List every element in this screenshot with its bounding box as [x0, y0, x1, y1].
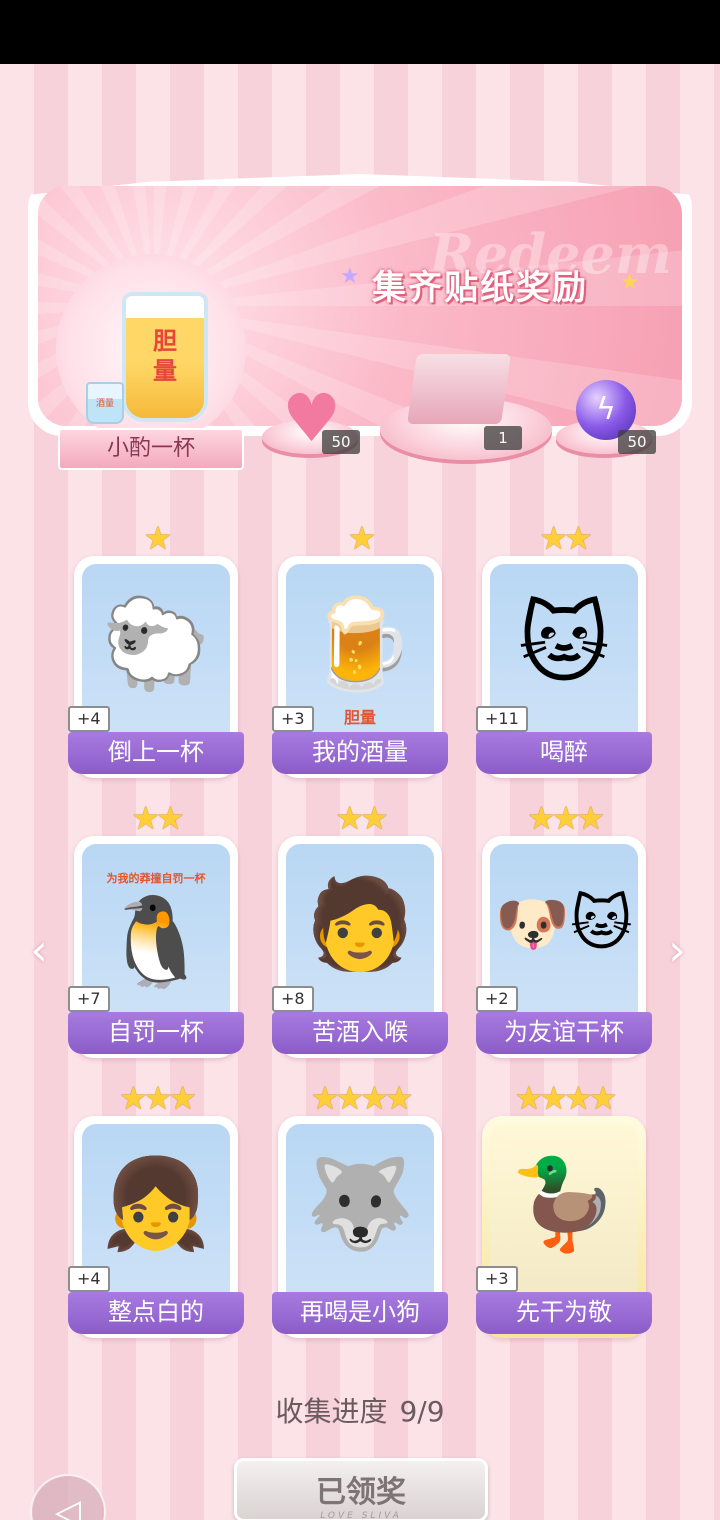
card-name: 我的酒量: [272, 732, 448, 774]
sticker-card[interactable]: ★★★ 🐶🐱 +2 为友谊干杯: [476, 802, 652, 1058]
star-icon: ★: [340, 264, 360, 289]
star-rating: ★★: [539, 519, 592, 557]
main-reward-label: 小酌一杯: [58, 428, 244, 470]
chevron-left-icon[interactable]: ‹: [24, 926, 54, 976]
small-cup-icon: 酒量: [86, 382, 124, 424]
star-rating: ★★: [131, 799, 184, 837]
reward-count: 1: [484, 426, 522, 450]
star-rating: ★★: [335, 799, 388, 837]
star-rating: ★★★: [118, 1079, 197, 1117]
count-badge: +2: [476, 986, 518, 1012]
sticker-card[interactable]: ★★★★ 🦆 +3 先干为敬: [476, 1082, 652, 1338]
progress-label: 收集进度: [275, 1395, 388, 1428]
star-rating: ★★★★: [310, 1079, 414, 1117]
count-badge: +4: [68, 1266, 110, 1292]
star-rating: ★★★★: [514, 1079, 618, 1117]
star-icon: ★: [620, 270, 640, 295]
sticker-card[interactable]: ★★★★ 🐺 再喝是小狗: [272, 1082, 448, 1338]
card-name: 整点白的: [68, 1292, 244, 1334]
sticker-card[interactable]: ★ 🐑 +4 倒上一杯: [68, 522, 244, 778]
collection-progress: 收集进度 9/9: [0, 1390, 720, 1430]
reward-count: 50: [618, 430, 656, 454]
sticker-card[interactable]: ★★★ 👧 +4 整点白的: [68, 1082, 244, 1338]
cup-text: 酒量: [95, 399, 114, 409]
card-name: 先干为敬: [476, 1292, 652, 1334]
progress-value: 9/9: [399, 1395, 445, 1428]
star-rating: ★★★: [526, 799, 605, 837]
card-name: 自罚一杯: [68, 1012, 244, 1054]
count-badge: +4: [68, 706, 110, 732]
sticker-card[interactable]: ★★ 🐱 +11 喝醉: [476, 522, 652, 778]
star-rating: ★: [143, 519, 173, 557]
sticker-card[interactable]: ★★ 为我的莽撞自罚一杯 🐧 +7 自罚一杯: [68, 802, 244, 1058]
count-badge: +3: [476, 1266, 518, 1292]
star-rating: ★: [347, 519, 377, 557]
art-text: 为我的莽撞自罚一杯: [106, 872, 206, 885]
claimed-button[interactable]: 已领奖 LOVE SLIVA: [234, 1458, 488, 1520]
back-icon[interactable]: ◁: [30, 1474, 106, 1520]
count-badge: +8: [272, 986, 314, 1012]
card-name: 为友谊干杯: [476, 1012, 652, 1054]
count-badge: +7: [68, 986, 110, 1012]
banner-title: 集齐贴纸奖励: [372, 268, 588, 308]
card-name: 再喝是小狗: [272, 1292, 448, 1334]
sticker-collection-screen: Redeem ★ 集齐贴纸奖励 ★ 胆量 酒量 小酌一杯 ♥ 50 1 ϟ 50…: [0, 64, 720, 1520]
card-name: 喝醉: [476, 732, 652, 774]
glass-text: 胆量: [153, 327, 177, 385]
sticker-card[interactable]: ★ 🍺 胆量 +3 我的酒量: [272, 522, 448, 778]
count-badge: +11: [476, 706, 528, 732]
claimed-button-sub: LOVE SLIVA: [320, 1511, 402, 1520]
card-name: 倒上一杯: [68, 732, 244, 774]
husky-with-beer-icon: 🐺: [286, 1124, 434, 1320]
claimed-button-label: 已领奖: [316, 1475, 406, 1510]
card-name: 苦酒入喉: [272, 1012, 448, 1054]
count-badge: +3: [272, 706, 314, 732]
chevron-right-icon[interactable]: ›: [662, 926, 692, 976]
sticker-pack-box-icon[interactable]: [407, 354, 511, 424]
reward-count: 50: [322, 430, 360, 454]
sticker-card[interactable]: ★★ 🧑 +8 苦酒入喉: [272, 802, 448, 1058]
